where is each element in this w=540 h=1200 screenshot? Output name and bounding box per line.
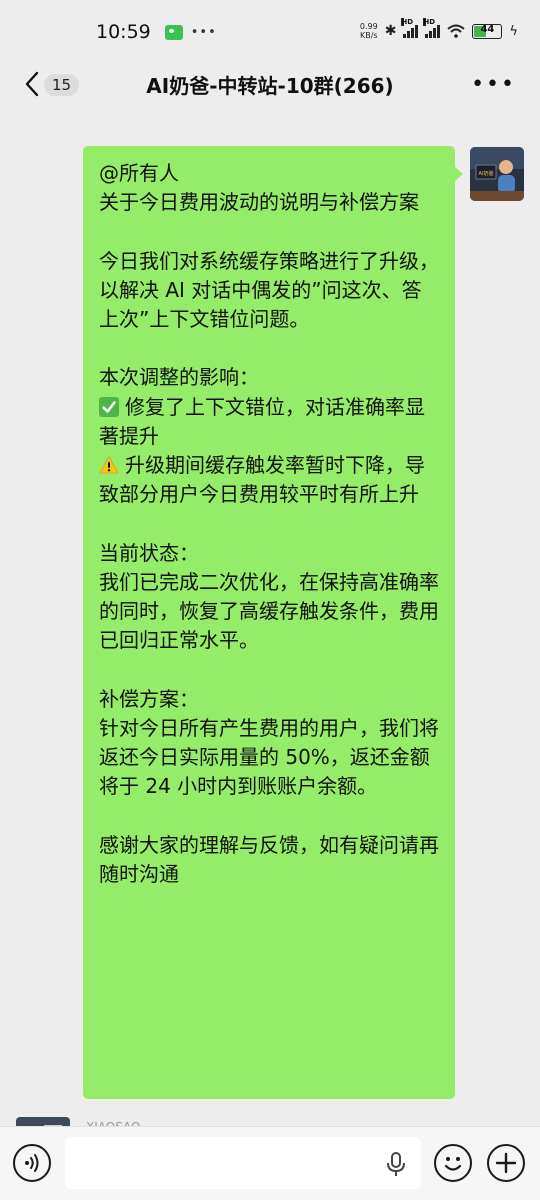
more-options-icon[interactable]: ••• xyxy=(471,72,516,97)
status-bar: 10:59 ••• 0.99 KB/s ✱ HD HD 44 ϟ xyxy=(0,0,540,64)
message-line-with-icon: 修复了上下文错位，对话准确率显著提升 xyxy=(99,393,439,451)
avatar[interactable]: AI奶爸 xyxy=(470,147,524,201)
message-line-text: 修复了上下文错位，对话准确率显著提升 xyxy=(99,394,425,448)
status-time: 10:59 xyxy=(96,21,151,43)
signal-bar xyxy=(415,25,419,38)
network-speed-unit: KB/s xyxy=(359,31,378,40)
message-line: 我们已完成二次优化，在保持高准确率的同时，恢复了高缓存触发条件，费用已回归正常水… xyxy=(99,569,439,653)
message-line: 感谢大家的理解与反馈，如有疑问请再随时沟通 xyxy=(99,832,439,886)
signal-bar xyxy=(437,25,441,38)
warning-icon xyxy=(99,456,119,474)
message-blank-line xyxy=(99,509,439,538)
charging-icon: ϟ xyxy=(509,23,518,39)
more-functions-button[interactable] xyxy=(487,1144,525,1182)
smiley-icon xyxy=(444,1157,462,1171)
more-notifications-icon: ••• xyxy=(190,24,217,40)
message-blank-line xyxy=(99,655,439,684)
message-line: 补偿方案： xyxy=(99,686,199,711)
plus-icon xyxy=(495,1152,517,1174)
signal-1-hd-label: HD xyxy=(401,18,414,26)
chat-title: AI奶爸-中转站-10群(266) xyxy=(146,74,394,98)
emoji-button[interactable] xyxy=(434,1144,472,1182)
signal-bar xyxy=(403,34,407,38)
voice-icon xyxy=(25,1154,39,1172)
battery-icon: 44 xyxy=(472,23,503,39)
next-sender-avatar[interactable] xyxy=(16,1117,70,1126)
wifi-icon xyxy=(447,24,466,38)
message-text-input[interactable] xyxy=(65,1137,421,1189)
signal-bar xyxy=(407,31,411,38)
message-blank-line xyxy=(99,217,439,246)
voice-input-button[interactable] xyxy=(13,1144,51,1182)
status-notification-icons: ••• xyxy=(164,24,217,40)
message-line-with-icon: 升级期间缓存触发率暂时下降，导致部分用户今日费用较平时有所上升 xyxy=(99,451,439,509)
bluetooth-icon: ✱ xyxy=(384,23,397,39)
avatar-screen-label: AI奶爸 xyxy=(479,170,494,177)
signal-bar xyxy=(411,28,415,38)
message-line: 当前状态： xyxy=(99,540,199,565)
message-blank-line xyxy=(99,801,439,830)
message-blank-line xyxy=(99,334,439,363)
message-line: 针对今日所有产生费用的用户，我们将返还今日实际用量的 50%，返还金额将于 24… xyxy=(99,715,439,799)
chat-header: 15 AI奶爸-中转站-10群(266) ••• xyxy=(0,64,540,106)
signal-bar xyxy=(433,28,437,38)
network-speed: 0.99 KB/s xyxy=(360,22,378,40)
signal-2-icon: HD xyxy=(423,18,441,38)
signal-bar xyxy=(425,34,429,38)
avatar-illustration-icon: AI奶爸 xyxy=(470,147,524,201)
battery-level: 44 xyxy=(480,23,495,35)
message-line-text: 升级期间缓存触发率暂时下降，导致部分用户今日费用较平时有所上升 xyxy=(99,453,425,507)
signal-bar xyxy=(429,31,433,38)
message-line: @所有人 xyxy=(99,161,179,185)
message-line: 今日我们对系统缓存策略进行了升级，以解决 AI 对话中偶发的”问这次、答上次”上… xyxy=(99,248,439,331)
chat-message-list[interactable]: AI奶爸 @所有人 关于今日费用波动的说明与补偿方案 今日我们对系统缓存策略进行… xyxy=(0,106,540,1126)
check-mark-button-icon xyxy=(99,396,119,417)
status-indicators: 0.99 KB/s ✱ HD HD 44 ϟ xyxy=(360,18,518,40)
wechat-notification-icon xyxy=(164,24,183,40)
message-bubble[interactable]: @所有人 关于今日费用波动的说明与补偿方案 今日我们对系统缓存策略进行了升级，以… xyxy=(83,146,463,1099)
message-line: 关于今日费用波动的说明与补偿方案 xyxy=(99,190,419,215)
signal-2-hd-label: HD xyxy=(423,18,436,26)
message-input-bar xyxy=(0,1126,540,1200)
network-speed-value: 0.99 xyxy=(359,22,378,31)
microphone-icon[interactable] xyxy=(385,1151,407,1177)
signal-1-icon: HD xyxy=(401,18,419,38)
message-line: 本次调整的影响： xyxy=(99,365,259,390)
